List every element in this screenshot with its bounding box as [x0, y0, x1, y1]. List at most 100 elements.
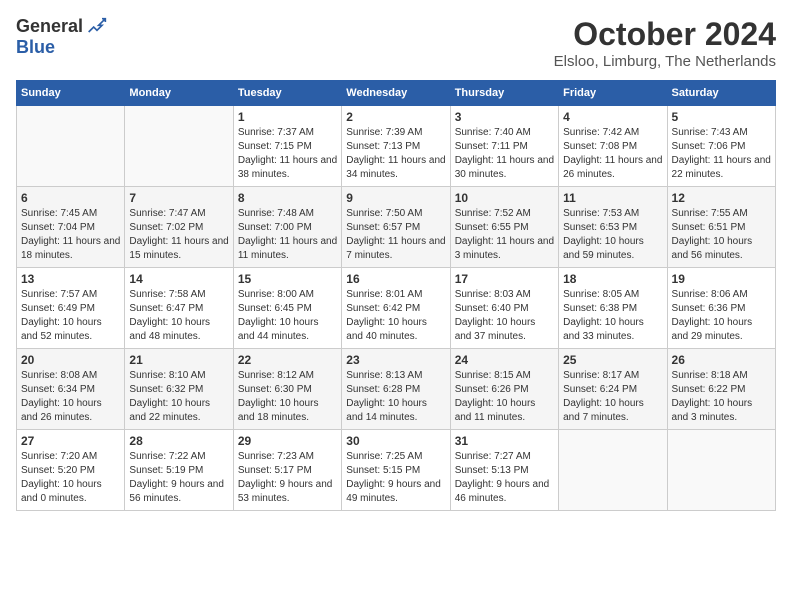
weekday-header-sunday: Sunday [17, 81, 125, 106]
calendar-cell: 9 Sunrise: 7:50 AM Sunset: 6:57 PM Daylig… [342, 187, 450, 268]
calendar-week-row: 13 Sunrise: 7:57 AM Sunset: 6:49 PM Dayli… [17, 268, 776, 349]
calendar-week-row: 27 Sunrise: 7:20 AM Sunset: 5:20 PM Dayli… [17, 430, 776, 511]
logo-general-text: General [16, 16, 83, 37]
day-info: Sunrise: 7:37 AM Sunset: 7:15 PM Dayligh… [238, 126, 337, 182]
logo-bird-icon [87, 17, 107, 37]
day-info: Sunrise: 8:18 AM Sunset: 6:22 PM Dayligh… [672, 369, 771, 425]
calendar-cell: 26 Sunrise: 8:18 AM Sunset: 6:22 PM Dayli… [667, 349, 775, 430]
calendar-cell: 22 Sunrise: 8:12 AM Sunset: 6:30 PM Dayli… [233, 349, 341, 430]
calendar-week-row: 20Sunrise: 8:08 AM Sunset: 6:34 PM Dayli… [17, 349, 776, 430]
day-number: 7 [129, 191, 228, 205]
calendar-cell: 5Sunrise: 7:43 AM Sunset: 7:06 PM Daylig… [667, 106, 775, 187]
day-number: 27 [21, 434, 120, 448]
day-info: Sunrise: 8:17 AM Sunset: 6:24 PM Dayligh… [563, 369, 662, 425]
day-number: 25 [563, 353, 662, 367]
month-title: October 2024 [554, 16, 776, 53]
day-info: Sunrise: 7:45 AM Sunset: 7:04 PM Dayligh… [21, 207, 120, 263]
calendar-cell: 28 Sunrise: 7:22 AM Sunset: 5:19 PM Dayli… [125, 430, 233, 511]
day-info: Sunrise: 7:58 AM Sunset: 6:47 PM Dayligh… [129, 288, 228, 344]
calendar-cell: 27 Sunrise: 7:20 AM Sunset: 5:20 PM Dayli… [17, 430, 125, 511]
day-info: Sunrise: 7:23 AM Sunset: 5:17 PM Dayligh… [238, 450, 337, 506]
logo-blue-text: Blue [16, 37, 55, 58]
calendar-cell: 17Sunrise: 8:03 AM Sunset: 6:40 PM Dayli… [450, 268, 558, 349]
day-info: Sunrise: 8:06 AM Sunset: 6:36 PM Dayligh… [672, 288, 771, 344]
day-number: 9 [346, 191, 445, 205]
calendar-cell: 24 Sunrise: 8:15 AM Sunset: 6:26 PM Dayli… [450, 349, 558, 430]
calendar-cell: 15Sunrise: 8:00 AM Sunset: 6:45 PM Dayli… [233, 268, 341, 349]
day-number: 4 [563, 110, 662, 124]
calendar-cell: 8 Sunrise: 7:48 AM Sunset: 7:00 PM Daylig… [233, 187, 341, 268]
calendar-week-row: 6 Sunrise: 7:45 AM Sunset: 7:04 PM Daylig… [17, 187, 776, 268]
day-number: 22 [238, 353, 337, 367]
day-number: 2 [346, 110, 445, 124]
logo: General Blue [16, 16, 107, 58]
day-number: 16 [346, 272, 445, 286]
day-number: 1 [238, 110, 337, 124]
day-info: Sunrise: 8:12 AM Sunset: 6:30 PM Dayligh… [238, 369, 337, 425]
calendar-cell [17, 106, 125, 187]
calendar-cell: 21Sunrise: 8:10 AM Sunset: 6:32 PM Dayli… [125, 349, 233, 430]
calendar-cell: 20Sunrise: 8:08 AM Sunset: 6:34 PM Dayli… [17, 349, 125, 430]
day-info: Sunrise: 7:43 AM Sunset: 7:06 PM Dayligh… [672, 126, 771, 182]
day-info: Sunrise: 7:25 AM Sunset: 5:15 PM Dayligh… [346, 450, 445, 506]
day-info: Sunrise: 8:03 AM Sunset: 6:40 PM Dayligh… [455, 288, 554, 344]
calendar-cell: 25 Sunrise: 8:17 AM Sunset: 6:24 PM Dayli… [559, 349, 667, 430]
calendar-cell [125, 106, 233, 187]
day-number: 8 [238, 191, 337, 205]
day-number: 10 [455, 191, 554, 205]
calendar-cell [667, 430, 775, 511]
calendar-cell: 6 Sunrise: 7:45 AM Sunset: 7:04 PM Daylig… [17, 187, 125, 268]
day-number: 29 [238, 434, 337, 448]
day-number: 6 [21, 191, 120, 205]
day-number: 23 [346, 353, 445, 367]
day-number: 26 [672, 353, 771, 367]
day-info: Sunrise: 7:40 AM Sunset: 7:11 PM Dayligh… [455, 126, 554, 182]
calendar-week-row: 1 Sunrise: 7:37 AM Sunset: 7:15 PM Daylig… [17, 106, 776, 187]
day-info: Sunrise: 7:48 AM Sunset: 7:00 PM Dayligh… [238, 207, 337, 263]
day-info: Sunrise: 7:22 AM Sunset: 5:19 PM Dayligh… [129, 450, 228, 506]
calendar-cell: 23 Sunrise: 8:13 AM Sunset: 6:28 PM Dayli… [342, 349, 450, 430]
weekday-header-saturday: Saturday [667, 81, 775, 106]
day-info: Sunrise: 7:47 AM Sunset: 7:02 PM Dayligh… [129, 207, 228, 263]
location-text: Elsloo, Limburg, The Netherlands [554, 53, 776, 70]
day-number: 24 [455, 353, 554, 367]
day-info: Sunrise: 7:52 AM Sunset: 6:55 PM Dayligh… [455, 207, 554, 263]
calendar-table: SundayMondayTuesdayWednesdayThursdayFrid… [16, 80, 776, 511]
weekday-header-tuesday: Tuesday [233, 81, 341, 106]
day-number: 14 [129, 272, 228, 286]
calendar-cell [559, 430, 667, 511]
day-info: Sunrise: 7:57 AM Sunset: 6:49 PM Dayligh… [21, 288, 120, 344]
calendar-cell: 13 Sunrise: 7:57 AM Sunset: 6:49 PM Dayli… [17, 268, 125, 349]
day-number: 28 [129, 434, 228, 448]
day-info: Sunrise: 7:55 AM Sunset: 6:51 PM Dayligh… [672, 207, 771, 263]
day-number: 3 [455, 110, 554, 124]
calendar-cell: 30 Sunrise: 7:25 AM Sunset: 5:15 PM Dayli… [342, 430, 450, 511]
weekday-header-wednesday: Wednesday [342, 81, 450, 106]
weekday-header-monday: Monday [125, 81, 233, 106]
day-info: Sunrise: 7:20 AM Sunset: 5:20 PM Dayligh… [21, 450, 120, 506]
day-info: Sunrise: 7:50 AM Sunset: 6:57 PM Dayligh… [346, 207, 445, 263]
calendar-cell: 18Sunrise: 8:05 AM Sunset: 6:38 PM Dayli… [559, 268, 667, 349]
day-number: 30 [346, 434, 445, 448]
day-info: Sunrise: 8:15 AM Sunset: 6:26 PM Dayligh… [455, 369, 554, 425]
day-number: 19 [672, 272, 771, 286]
day-number: 13 [21, 272, 120, 286]
page-header: General Blue October 2024 Elsloo, Limbur… [16, 16, 776, 70]
weekday-header-row: SundayMondayTuesdayWednesdayThursdayFrid… [17, 81, 776, 106]
calendar-cell: 4 Sunrise: 7:42 AM Sunset: 7:08 PM Daylig… [559, 106, 667, 187]
calendar-cell: 16Sunrise: 8:01 AM Sunset: 6:42 PM Dayli… [342, 268, 450, 349]
day-info: Sunrise: 7:39 AM Sunset: 7:13 PM Dayligh… [346, 126, 445, 182]
day-number: 12 [672, 191, 771, 205]
calendar-cell: 7 Sunrise: 7:47 AM Sunset: 7:02 PM Daylig… [125, 187, 233, 268]
day-info: Sunrise: 8:08 AM Sunset: 6:34 PM Dayligh… [21, 369, 120, 425]
calendar-cell: 31Sunrise: 7:27 AM Sunset: 5:13 PM Dayli… [450, 430, 558, 511]
calendar-cell: 2 Sunrise: 7:39 AM Sunset: 7:13 PM Daylig… [342, 106, 450, 187]
calendar-cell: 11Sunrise: 7:53 AM Sunset: 6:53 PM Dayli… [559, 187, 667, 268]
calendar-cell: 1 Sunrise: 7:37 AM Sunset: 7:15 PM Daylig… [233, 106, 341, 187]
day-number: 11 [563, 191, 662, 205]
title-area: October 2024 Elsloo, Limburg, The Nether… [554, 16, 776, 70]
day-info: Sunrise: 8:13 AM Sunset: 6:28 PM Dayligh… [346, 369, 445, 425]
day-info: Sunrise: 7:42 AM Sunset: 7:08 PM Dayligh… [563, 126, 662, 182]
day-info: Sunrise: 8:00 AM Sunset: 6:45 PM Dayligh… [238, 288, 337, 344]
weekday-header-thursday: Thursday [450, 81, 558, 106]
